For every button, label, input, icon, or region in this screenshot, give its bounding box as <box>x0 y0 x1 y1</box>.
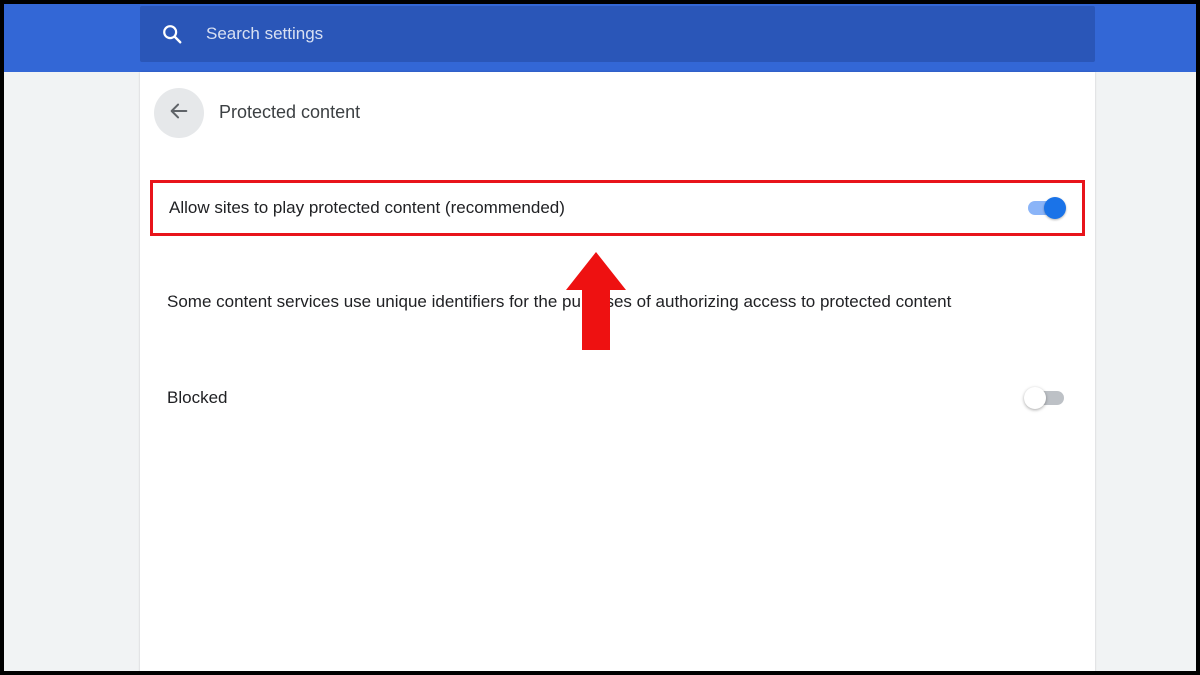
blocked-toggle[interactable] <box>1024 386 1066 410</box>
allow-protected-content-label: Allow sites to play protected content (r… <box>169 198 565 217</box>
toggle-knob <box>1024 387 1046 409</box>
top-bar <box>4 4 1196 72</box>
blocked-row[interactable]: Blocked <box>150 370 1085 426</box>
protected-content-description: Some content services use unique identif… <box>167 292 952 311</box>
allow-protected-content-toggle[interactable] <box>1024 196 1066 220</box>
toggle-knob <box>1044 197 1066 219</box>
blocked-label: Blocked <box>167 388 228 407</box>
page-title: Protected content <box>219 102 361 122</box>
settings-card: Protected content Allow sites to play pr… <box>140 72 1095 671</box>
allow-protected-content-row[interactable]: Allow sites to play protected content (r… <box>150 180 1085 236</box>
arrow-back-icon <box>168 100 190 127</box>
settings-window: Protected content Allow sites to play pr… <box>4 4 1196 671</box>
search-icon[interactable] <box>160 22 184 46</box>
red-arrow-annotation-icon <box>566 252 626 350</box>
search-box[interactable] <box>140 6 1095 62</box>
search-input[interactable] <box>204 23 808 45</box>
back-button[interactable] <box>154 88 204 138</box>
